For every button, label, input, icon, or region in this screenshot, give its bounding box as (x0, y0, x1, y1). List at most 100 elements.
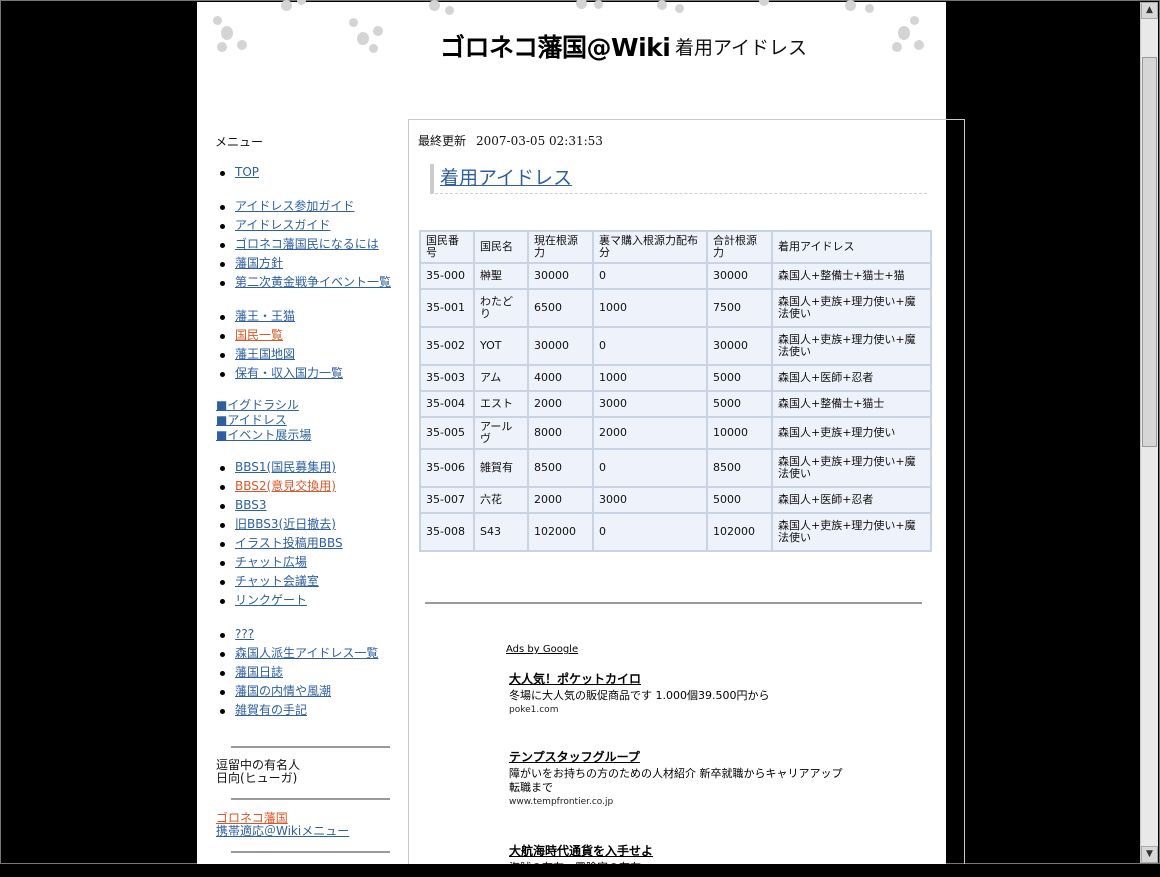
cell-worn-idress: 森国人+吏族+理力使い+魔法使い (771, 448, 932, 488)
cell-current-power: 30000 (527, 326, 594, 366)
table-row: 35-004 エスト 2000 3000 5000 森国人+整備士+猫士 (419, 390, 932, 418)
sidebar-item-top[interactable]: TOP (219, 163, 259, 182)
cell-citizen-number: 35-008 (419, 512, 475, 552)
cell-citizen-name: エスト (473, 390, 529, 418)
paw-print-icon (349, 18, 389, 58)
cell-worn-idress: 森国人+医師+忍者 (771, 486, 932, 514)
citizen-idress-table: 国民番号 国民名 現在根源力 裏マ購入根源力配布分 合計根源力 着用アイドレス … (419, 230, 932, 552)
ad-item: 大航海時代通貨を入手せよ 海賊の存在、冒険家の存在... (509, 842, 849, 877)
column-header-citizen-number: 国民番号 (419, 230, 475, 264)
paw-print-icon (843, 0, 883, 38)
sidebar-item-idress-guide[interactable]: アイドレスガイド (219, 216, 391, 235)
cell-citizen-name: YOT (473, 326, 529, 366)
sidebar-item-diary[interactable]: 藩国日誌 (219, 663, 378, 682)
scroll-up-arrow-icon[interactable]: ▲ (1141, 2, 1158, 19)
last-updated-label: 最終更新 (418, 134, 467, 148)
scroll-down-arrow-icon[interactable]: ▼ (1141, 846, 1158, 863)
sidebar-item-idress-join-guide[interactable]: アイドレス参加ガイド (219, 197, 391, 216)
cell-citizen-number: 35-000 (419, 262, 475, 290)
sidebar-item-forest-idress-list[interactable]: 森国人派生アイドレス一覧 (219, 644, 378, 663)
cell-citizen-name: 榊聖 (473, 262, 529, 290)
sidebar-item-policy[interactable]: 藩国方針 (219, 254, 391, 273)
page-heading[interactable]: 着用アイドレス (430, 164, 927, 194)
ad-text: 障がいをお持ちの方のための人材紹介 新卒就職からキャリアアップ転職まで (509, 767, 843, 794)
cell-distributed-power: 3000 (592, 390, 708, 418)
sidebar-item-bbs3[interactable]: BBS3 (220, 496, 343, 515)
ad-title-link[interactable]: 大人気！ポケットカイロ (509, 670, 849, 687)
paw-print-icon (892, 16, 932, 56)
cell-distributed-power: 0 (592, 262, 708, 290)
sidebar-item-citizen-list[interactable]: 国民一覧 (219, 326, 343, 345)
sidebar-item-become-citizen[interactable]: ゴロネコ藩国民になるには (219, 235, 391, 254)
cell-citizen-name: S43 (473, 512, 529, 552)
cell-citizen-number: 35-007 (419, 486, 475, 514)
sidebar-item-old-bbs3[interactable]: 旧BBS3(近日撤去) (220, 515, 343, 534)
ads-by-google-link[interactable]: Ads by Google (506, 644, 846, 655)
sidebar-item-chat-meeting[interactable]: チャット会議室 (220, 572, 343, 591)
cell-total-power: 10000 (706, 416, 773, 450)
site-header: ゴロネコ藩国@Wiki 着用アイドレス (197, 0, 946, 102)
scrollbar-thumb[interactable] (1142, 57, 1157, 447)
sidebar-item-chat-plaza[interactable]: チャット広場 (220, 553, 343, 572)
ad-text: 海賊の存在、冒険家の存在... (509, 861, 652, 874)
cell-total-power: 5000 (706, 486, 773, 514)
ad-title-link[interactable]: 大航海時代通貨を入手せよ (509, 842, 849, 859)
sidebar-item-illustration-bbs[interactable]: イラスト投稿用BBS (220, 534, 343, 553)
cell-distributed-power: 0 (592, 448, 708, 488)
ad-item: 大人気！ポケットカイロ 冬場に大人気の販促商品です 1.000個39.500円か… (509, 670, 849, 715)
sidebar-item-golden-war-events[interactable]: 第二次黄金戦争イベント一覧 (219, 273, 391, 292)
nav-group-misc: ??? 森国人派生アイドレス一覧 藩国日誌 藩国の内情や風潮 雑賀有の手記 (219, 625, 378, 720)
table-row: 35-000 榊聖 30000 0 30000 森国人+整備士+猫士+猫 (419, 262, 932, 290)
cell-current-power: 8500 (527, 448, 594, 488)
last-updated: 最終更新 2007-03-05 02:31:53 (418, 132, 603, 149)
nav-group-guides: アイドレス参加ガイド アイドレスガイド ゴロネコ藩国民になるには 藩国方針 第二… (219, 197, 391, 292)
sidebar-item-unknown[interactable]: ??? (219, 625, 378, 644)
table-row: 35-008 S43 102000 0 102000 森国人+吏族+理力使い+魔法使い (419, 512, 932, 552)
footer-link-mobile-menu[interactable]: 携帯適応＠Wikiメニュー (216, 825, 349, 838)
page-subtitle: 着用アイドレス (675, 37, 808, 59)
table-row: 35-001 わたどり 6500 1000 7500 森国人+吏族+理力使い+魔法使い (419, 288, 932, 328)
table-row: 35-006 雑賀有 8500 0 8500 森国人+吏族+理力使い+魔法使い (419, 448, 932, 488)
column-header-distributed-power: 裏マ購入根源力配布分 (592, 230, 708, 264)
sidebar-item-map[interactable]: 藩王国地図 (219, 345, 343, 364)
cell-total-power: 7500 (706, 288, 773, 328)
cell-distributed-power: 2000 (592, 416, 708, 450)
sidebar-item-yggdrasil[interactable]: ■イグドラシル (216, 398, 311, 413)
ad-url[interactable]: poke1.com (509, 705, 849, 715)
content-divider (425, 602, 922, 604)
nav-group-external: ■イグドラシル ■アイドレス ■イベント展示場 (216, 398, 311, 443)
cell-current-power: 102000 (527, 512, 594, 552)
cell-citizen-name: アールヴ (473, 416, 529, 450)
sidebar-divider (231, 798, 390, 800)
sidebar-item-king[interactable]: 藩王・王猫 (219, 307, 343, 326)
cell-citizen-number: 35-004 (419, 390, 475, 418)
cell-citizen-number: 35-003 (419, 364, 475, 392)
staying-name: 日向(ヒューガ) (216, 771, 298, 785)
paw-print-icon (757, 0, 797, 36)
sidebar-item-bbs1[interactable]: BBS1(国民募集用) (220, 458, 343, 477)
vertical-scrollbar[interactable]: ▲ ▼ (1140, 2, 1158, 863)
sidebar-item-national-power[interactable]: 保有・収入国力一覧 (219, 364, 343, 383)
ad-url[interactable]: www.tempfrontier.co.jp (509, 797, 849, 807)
cell-current-power: 6500 (527, 288, 594, 328)
sidebar-item-internal-affairs[interactable]: 藩国の内情や風潮 (219, 682, 378, 701)
column-header-total-power: 合計根源力 (706, 230, 773, 264)
paw-print-icon (275, 0, 315, 36)
sidebar-item-event-exhibition[interactable]: ■イベント展示場 (216, 428, 311, 443)
ads-block: Ads by Google 大人気！ポケットカイロ 冬場に大人気の販促商品です … (506, 644, 846, 874)
ad-title-link[interactable]: テンプスタッフグループ (509, 748, 849, 765)
menu-title: メニュー (215, 135, 264, 149)
last-updated-value: 2007-03-05 02:31:53 (476, 134, 603, 148)
sidebar-item-bbs2[interactable]: BBS2(意見交換用) (220, 477, 343, 496)
cell-distributed-power: 0 (592, 512, 708, 552)
sidebar-item-link-gate[interactable]: リンクゲート (220, 591, 343, 610)
cell-citizen-name: 雑賀有 (473, 448, 529, 488)
sidebar-item-idress[interactable]: ■アイドレス (216, 413, 311, 428)
cell-total-power: 30000 (706, 326, 773, 366)
cell-distributed-power: 3000 (592, 486, 708, 514)
sidebar-item-saiga-notes[interactable]: 雑賀有の手記 (219, 701, 378, 720)
table-row: 35-005 アールヴ 8000 2000 10000 森国人+吏族+理力使い (419, 416, 932, 450)
cell-citizen-name: アム (473, 364, 529, 392)
site-title: ゴロネコ藩国@Wiki (440, 33, 671, 62)
nav-group-nation: 藩王・王猫 国民一覧 藩王国地図 保有・収入国力一覧 (219, 307, 343, 383)
